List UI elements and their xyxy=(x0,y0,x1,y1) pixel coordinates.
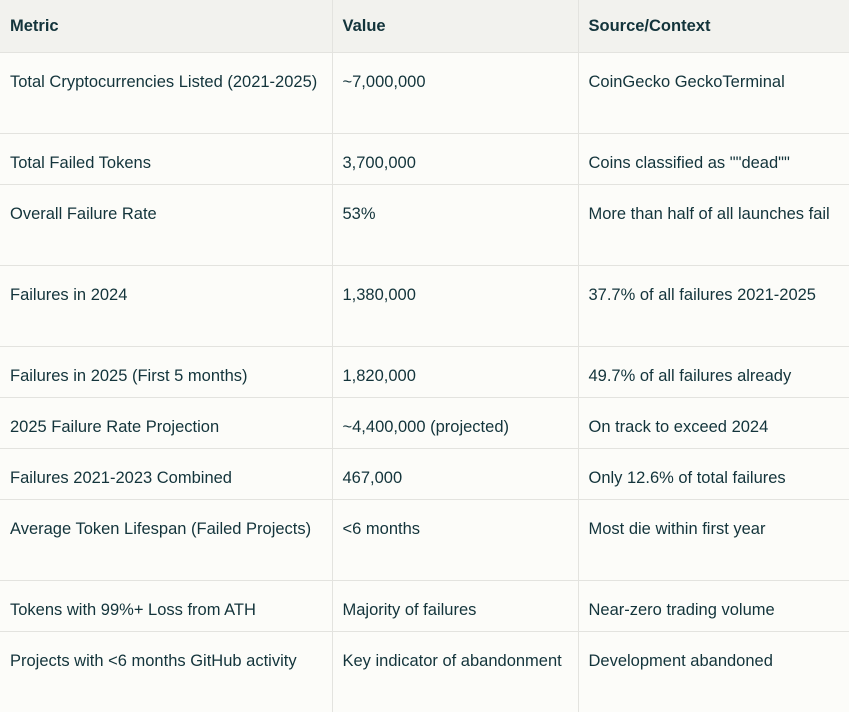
table-body: Total Cryptocurrencies Listed (2021-2025… xyxy=(0,52,849,712)
cell-value: 3,700,000 xyxy=(332,133,579,185)
cell-metric: Failures in 2024 xyxy=(0,265,333,347)
table-row: Total Cryptocurrencies Listed (2021-2025… xyxy=(0,52,849,134)
cell-source: 49.7% of all failures already xyxy=(578,346,849,398)
cell-value: 53% xyxy=(332,184,579,266)
header-row: Metric Value Source/Context xyxy=(0,0,849,53)
cell-value: <6 months xyxy=(332,499,579,581)
table-row: Tokens with 99%+ Loss from ATH Majority … xyxy=(0,580,849,632)
cell-metric: 2025 Failure Rate Projection xyxy=(0,397,333,449)
cell-metric: Total Cryptocurrencies Listed (2021-2025… xyxy=(0,52,333,134)
header-metric: Metric xyxy=(0,0,333,53)
table-row: Overall Failure Rate 53% More than half … xyxy=(0,184,849,266)
cell-source: CoinGecko GeckoTerminal xyxy=(578,52,849,134)
table-row: 2025 Failure Rate Projection ~4,400,000 … xyxy=(0,397,849,449)
cell-source: Most die within first year xyxy=(578,499,849,581)
table-row: Average Token Lifespan (Failed Projects)… xyxy=(0,499,849,581)
cell-value: Key indicator of abandonment xyxy=(332,631,579,712)
cell-source: More than half of all launches fail xyxy=(578,184,849,266)
cell-value: 467,000 xyxy=(332,448,579,500)
cell-source: Only 12.6% of total failures xyxy=(578,448,849,500)
cell-source: Development abandoned xyxy=(588,651,773,670)
cell-metric: Failures 2021-2023 Combined xyxy=(0,448,333,500)
cell-value: 1,380,000 xyxy=(332,265,579,347)
header-value: Value xyxy=(332,0,579,53)
cell-metric: Average Token Lifespan (Failed Projects) xyxy=(0,499,333,581)
cell-metric: Projects with <6 months GitHub activity xyxy=(0,631,333,712)
table-row: Failures in 2024 1,380,000 37.7% of all … xyxy=(0,265,849,347)
data-table: Metric Value Source/Context Total Crypto… xyxy=(0,0,849,712)
table-row: Total Failed Tokens 3,700,000 Coins clas… xyxy=(0,133,849,185)
cell-value: ~4,400,000 (projected) xyxy=(332,397,579,449)
cell-value: 1,820,000 xyxy=(332,346,579,398)
table-row: Failures in 2025 (First 5 months) 1,820,… xyxy=(0,346,849,398)
table-header: Metric Value Source/Context xyxy=(0,0,849,53)
cell-value: ~7,000,000 xyxy=(332,52,579,134)
cell-metric: Overall Failure Rate xyxy=(0,184,333,266)
cell-metric: Total Failed Tokens xyxy=(0,133,333,185)
cell-source: Coins classified as ""dead"" xyxy=(578,133,849,185)
cell-source: Near-zero trading volume xyxy=(578,580,849,632)
table-row: Failures 2021-2023 Combined 467,000 Only… xyxy=(0,448,849,500)
cell-source: On track to exceed 2024 xyxy=(578,397,849,449)
table-row: Projects with <6 months GitHub activity … xyxy=(0,631,849,712)
cell-value: Majority of failures xyxy=(332,580,579,632)
cell-metric: Tokens with 99%+ Loss from ATH xyxy=(0,580,333,632)
cell-metric: Failures in 2025 (First 5 months) xyxy=(0,346,333,398)
cell-source: 37.7% of all failures 2021-2025 xyxy=(578,265,849,347)
header-source-context: Source/Context xyxy=(578,0,849,53)
